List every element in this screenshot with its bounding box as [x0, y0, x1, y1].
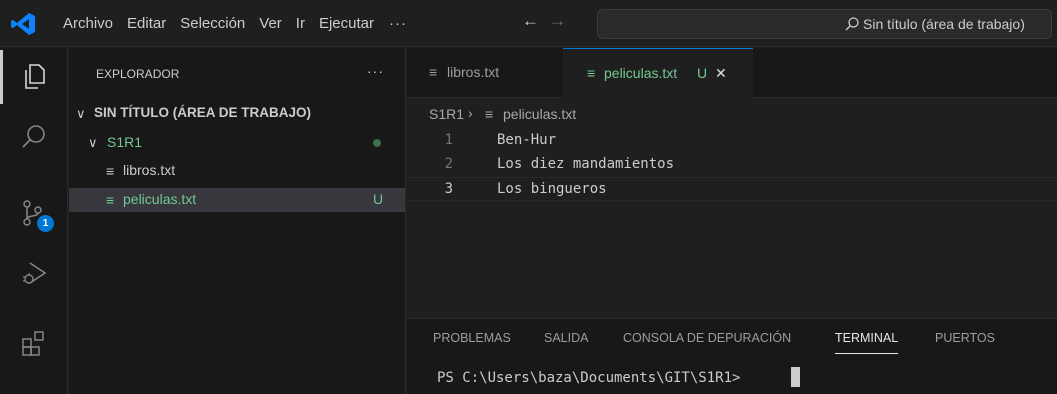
activity-bar: 1: [0, 48, 68, 394]
tab-peliculas[interactable]: ≡ peliculas.txt U ✕: [563, 48, 753, 98]
activity-search[interactable]: [0, 108, 68, 166]
line-text: Los diez mandamientos: [497, 156, 675, 172]
forward-arrow-icon[interactable]: →: [549, 11, 566, 31]
menu-more-button[interactable]: ···: [381, 15, 415, 32]
menu-archivo[interactable]: Archivo: [56, 0, 120, 47]
code-line-current: 3 Los bingueros: [407, 177, 1057, 201]
workspace-root[interactable]: ∨ SIN TÍTULO (ÁREA DE TRABAJO): [69, 102, 405, 126]
menu-ver[interactable]: Ver: [252, 0, 289, 47]
back-arrow-icon[interactable]: ←: [522, 11, 539, 31]
text-file-icon: ≡: [106, 192, 115, 208]
tab-label: peliculas.txt: [604, 65, 678, 81]
tab-consola-depuracion[interactable]: CONSOLA DE DEPURACIÓN: [623, 331, 791, 345]
menu-bar: Archivo Editar Selección Ver Ir Ejecutar…: [56, 0, 415, 47]
file-label: libros.txt: [123, 162, 176, 178]
terminal-cursor: [791, 367, 800, 387]
text-file-icon: ≡: [106, 163, 115, 179]
title-bar: Archivo Editar Selección Ver Ir Ejecutar…: [0, 0, 1057, 47]
menu-seleccion[interactable]: Selección: [173, 0, 252, 47]
line-text: Ben-Hur: [497, 132, 557, 148]
breadcrumb-file[interactable]: peliculas.txt: [503, 106, 576, 122]
terminal-prompt[interactable]: PS C:\Users\baza\Documents\GIT\S1R1>: [437, 370, 740, 386]
code-line: 2 Los diez mandamientos: [407, 153, 1057, 177]
folder-label: S1R1: [107, 134, 143, 150]
untracked-status: U: [373, 191, 384, 207]
explorer-icon: [25, 64, 45, 89]
text-file-icon: ≡: [429, 64, 438, 80]
search-icon: [22, 125, 45, 148]
close-icon[interactable]: ✕: [715, 65, 727, 82]
tab-label: libros.txt: [447, 64, 500, 80]
editor-tabs: ≡ libros.txt ≡ peliculas.txt U ✕: [407, 48, 1057, 98]
workspace-name: SIN TÍTULO (ÁREA DE TRABAJO): [94, 105, 311, 120]
breadcrumb: S1R1 › ≡ peliculas.txt: [407, 99, 1057, 129]
run-debug-icon: [23, 262, 47, 284]
tab-puertos[interactable]: PUERTOS: [935, 331, 995, 345]
file-label: peliculas.txt: [123, 191, 197, 207]
breadcrumb-separator: ›: [468, 105, 473, 121]
tab-libros[interactable]: ≡ libros.txt: [407, 48, 562, 98]
activity-explorer[interactable]: [0, 48, 68, 106]
vscode-logo-icon[interactable]: [10, 12, 36, 36]
line-number: 1: [444, 132, 453, 148]
file-libros[interactable]: ≡ libros.txt: [69, 159, 405, 183]
bottom-panel: PROBLEMAS SALIDA CONSOLA DE DEPURACIÓN T…: [407, 318, 1057, 394]
activity-extensions[interactable]: [0, 314, 68, 372]
chevron-down-icon: ∨: [76, 106, 86, 121]
line-number: 3: [444, 181, 453, 197]
line-text: Los bingueros: [497, 181, 607, 197]
source-control-badge: 1: [37, 215, 54, 232]
search-icon: [845, 17, 859, 31]
text-file-icon: ≡: [485, 106, 494, 122]
extensions-icon: [22, 331, 44, 356]
code-editor[interactable]: 1 Ben-Hur 2 Los diez mandamientos 3 Los …: [407, 129, 1057, 319]
code-line: 1 Ben-Hur: [407, 129, 1057, 153]
menu-ejecutar[interactable]: Ejecutar: [312, 0, 381, 47]
workspace-title: Sin título (área de trabajo): [863, 16, 1025, 32]
activity-run-debug[interactable]: [0, 244, 68, 302]
tab-salida[interactable]: SALIDA: [544, 331, 588, 345]
explorer-more-button[interactable]: ···: [367, 63, 384, 79]
untracked-status: U: [697, 65, 708, 81]
text-file-icon: ≡: [587, 65, 596, 81]
menu-ir[interactable]: Ir: [289, 0, 312, 47]
menu-editar[interactable]: Editar: [120, 0, 173, 47]
folder-s1r1[interactable]: ∨ S1R1: [69, 131, 405, 155]
line-number: 2: [444, 156, 453, 172]
tab-terminal[interactable]: TERMINAL: [835, 331, 899, 354]
explorer-sidebar: EXPLORADOR ··· ∨ SIN TÍTULO (ÁREA DE TRA…: [69, 48, 406, 394]
chevron-down-icon: ∨: [88, 135, 98, 150]
breadcrumb-folder[interactable]: S1R1: [429, 106, 464, 122]
tab-problemas[interactable]: PROBLEMAS: [433, 331, 511, 345]
activity-source-control[interactable]: 1: [0, 184, 68, 242]
file-peliculas[interactable]: ≡ peliculas.txt U: [69, 188, 405, 212]
command-center-search[interactable]: Sin título (área de trabajo): [597, 9, 1052, 39]
modified-dot-icon: [373, 139, 381, 147]
explorer-title: EXPLORADOR: [96, 67, 180, 81]
